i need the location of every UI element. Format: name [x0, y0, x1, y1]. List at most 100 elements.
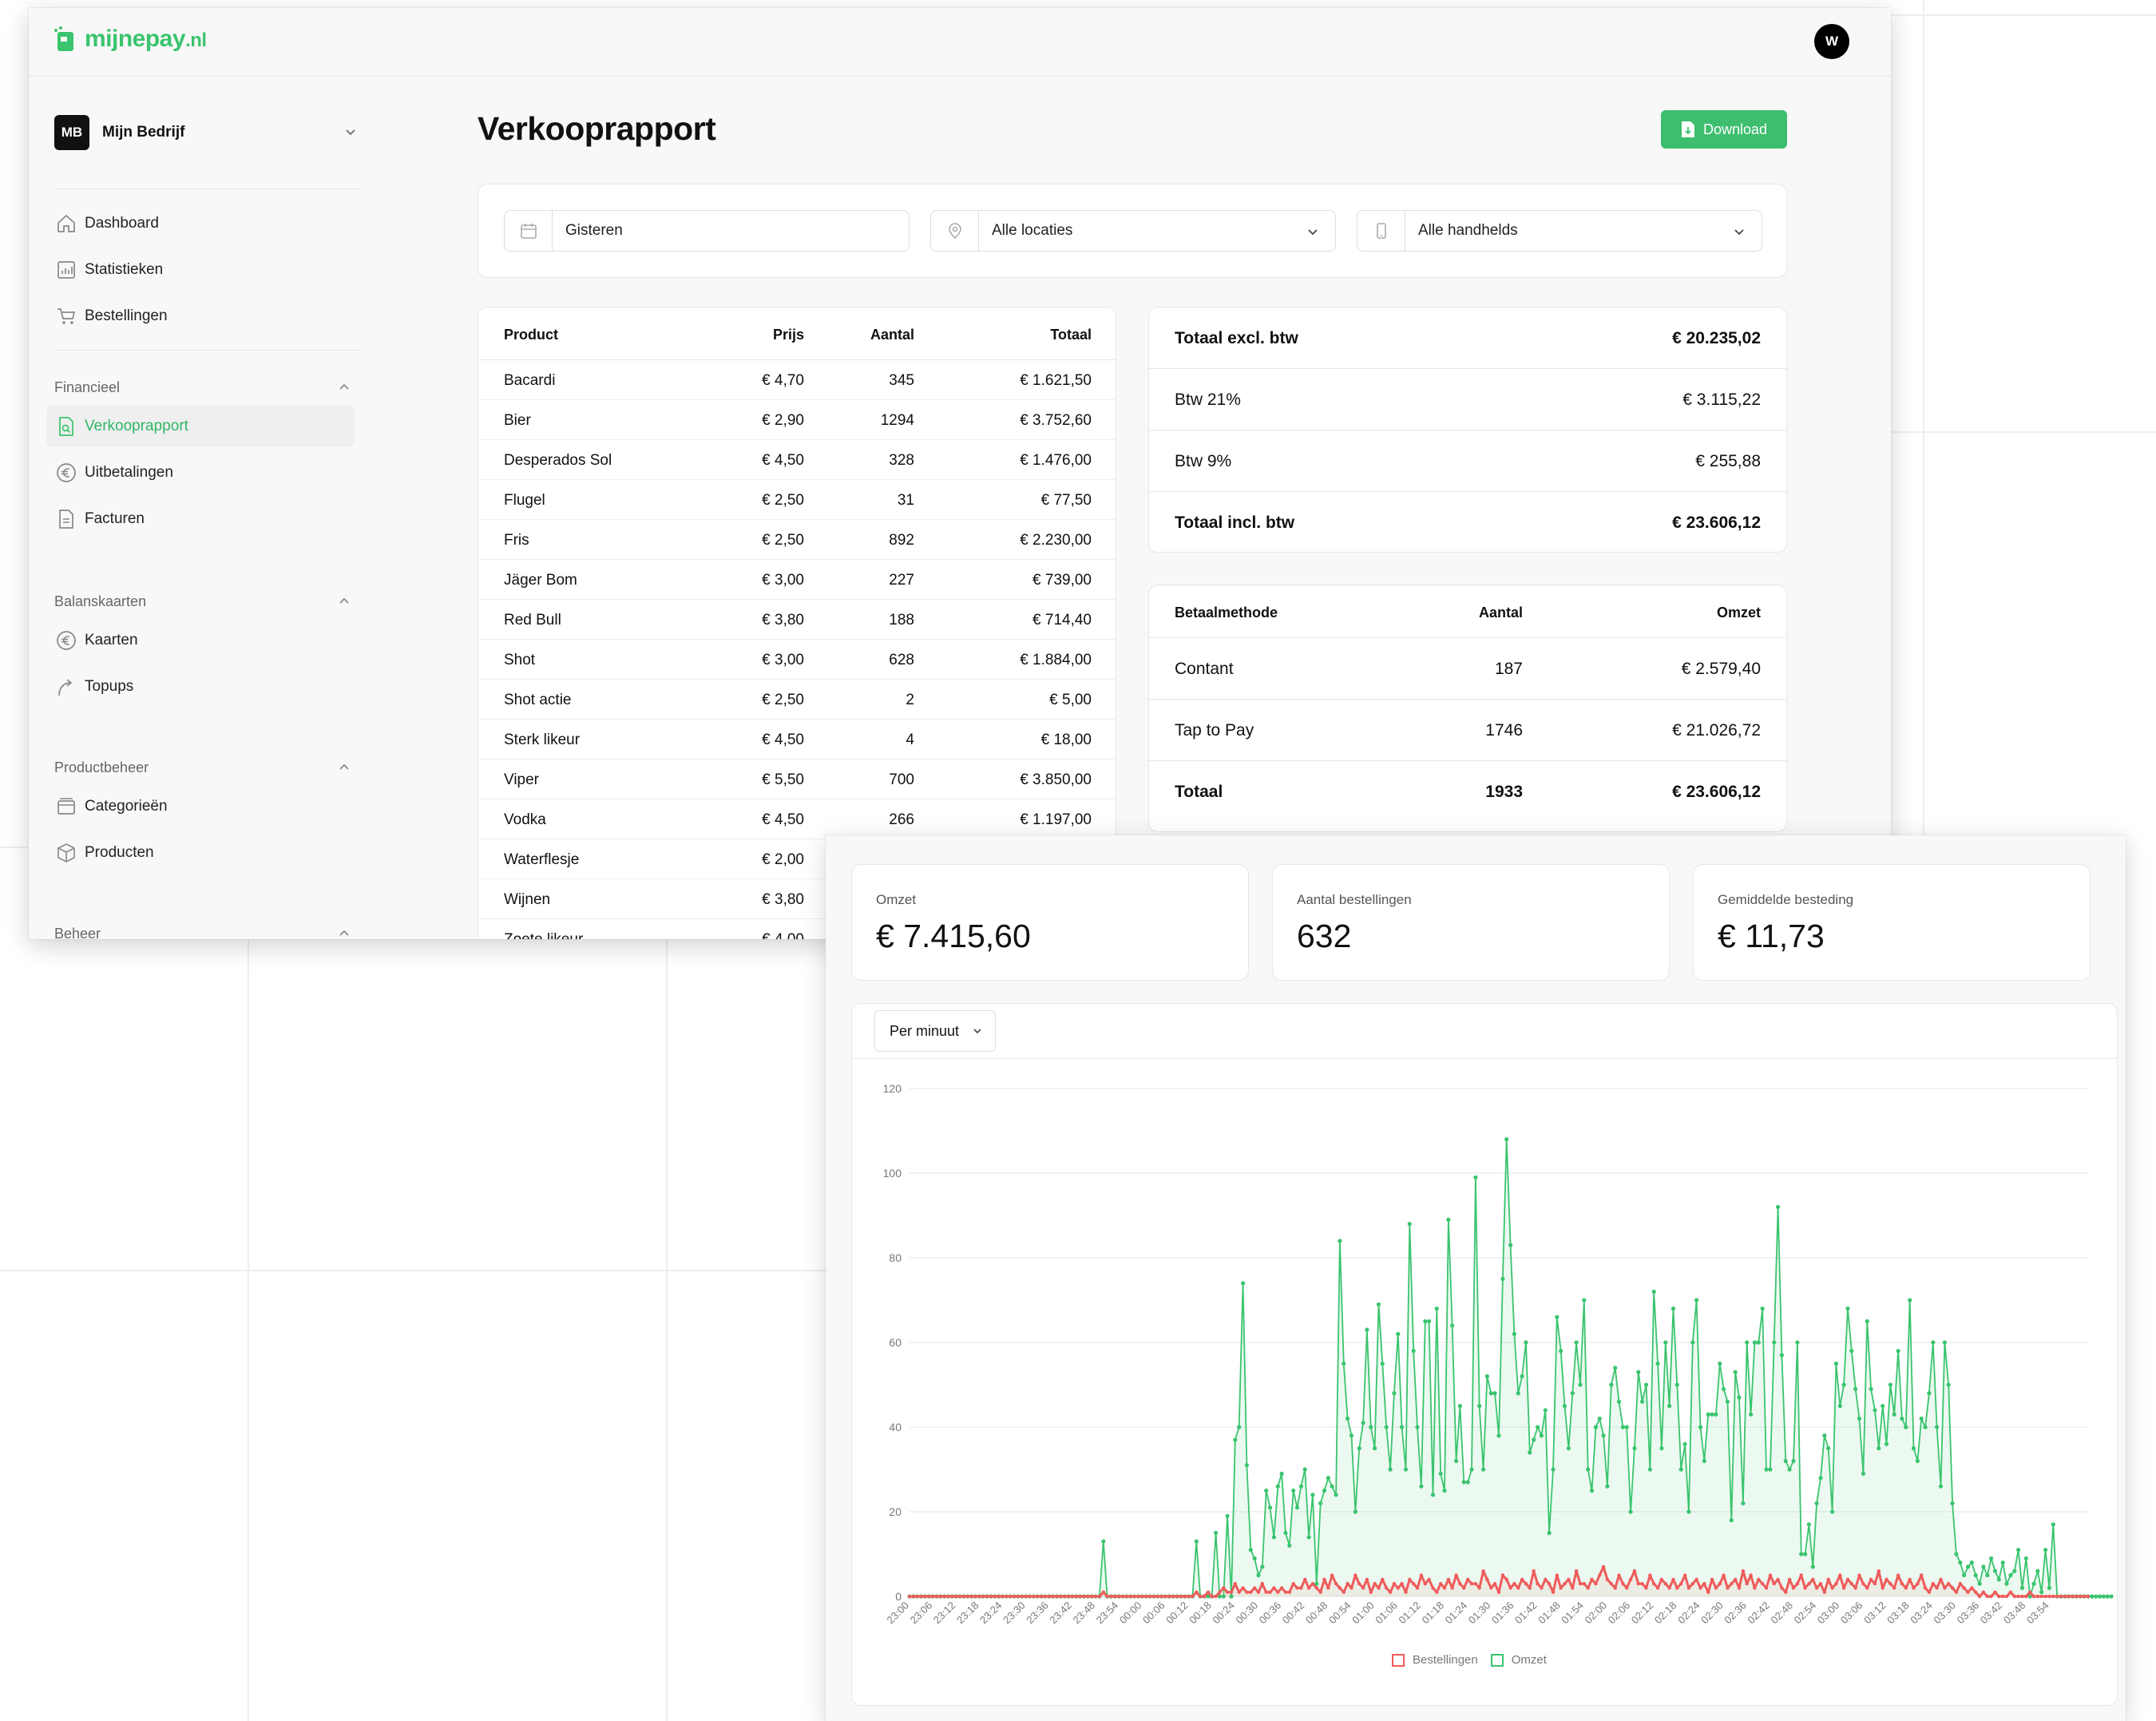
- data-point-omzet: [1830, 1509, 1835, 1514]
- company-switcher[interactable]: MB Mijn Bedrijf: [54, 115, 374, 150]
- data-point-omzet: [2051, 1522, 2055, 1527]
- data-point-omzet: [1283, 1530, 1288, 1536]
- x-tick-label: 01:12: [1396, 1600, 1423, 1627]
- y-tick-label: 120: [883, 1082, 902, 1095]
- legend-label: Bestellingen: [1413, 1653, 1478, 1667]
- section-header-financieel[interactable]: Financieel: [54, 375, 363, 399]
- logo[interactable]: mijnepay.nl: [53, 26, 207, 53]
- data-point-omzet: [1532, 1437, 1536, 1442]
- product-name: Vodka: [504, 811, 546, 828]
- table-row: Shot € 3,00 628 € 1.884,00: [478, 640, 1116, 680]
- sidebar-item-categorieen[interactable]: Categorieën: [46, 786, 355, 827]
- data-point-omzet: [1694, 1298, 1699, 1303]
- data-point-bestellingen: [1849, 1581, 1853, 1586]
- data-point-bestellingen: [1330, 1573, 1334, 1577]
- data-point-omzet: [1795, 1340, 1800, 1345]
- data-point-omzet: [1954, 1552, 1959, 1556]
- sidebar-item-kaarten[interactable]: Kaarten: [46, 620, 355, 661]
- data-point-bestellingen: [1636, 1581, 1640, 1586]
- chevron-down-icon: [1308, 229, 1318, 236]
- sidebar-item-dashboard[interactable]: Dashboard: [46, 203, 355, 244]
- column-header-betaalmethode: Betaalmethode: [1175, 605, 1278, 621]
- data-point-bestellingen: [1950, 1586, 1955, 1590]
- data-point-bestellingen: [2075, 1594, 2079, 1599]
- sidebar-item-producten[interactable]: Producten: [46, 832, 355, 874]
- data-point-bestellingen: [1214, 1594, 1218, 1599]
- product-quantity: 328: [889, 452, 914, 469]
- data-point-omzet: [1624, 1425, 1629, 1430]
- data-point-bestellingen: [1609, 1581, 1613, 1586]
- data-point-omzet: [1714, 1412, 1718, 1417]
- column-header-prijs[interactable]: Prijs: [773, 327, 804, 343]
- product-quantity: 31: [897, 492, 914, 509]
- data-point-omzet: [1543, 1408, 1548, 1413]
- data-point-bestellingen: [919, 1594, 923, 1599]
- product-name: Wijnen: [504, 891, 551, 908]
- user-avatar[interactable]: W: [1814, 24, 1849, 59]
- sidebar-item-bestellingen[interactable]: Bestellingen: [46, 295, 355, 337]
- product-price: € 5,50: [762, 771, 804, 788]
- data-point-bestellingen: [1869, 1577, 1873, 1581]
- column-header-aantal[interactable]: Aantal: [870, 327, 914, 343]
- download-button[interactable]: Download: [1661, 110, 1787, 149]
- location-select[interactable]: Alle locaties: [930, 210, 1336, 252]
- product-price: € 4,50: [762, 811, 804, 828]
- totals-label: Totaal excl. btw: [1175, 329, 1298, 347]
- data-point-bestellingen: [1388, 1590, 1393, 1594]
- x-tick-label: 03:06: [1838, 1600, 1865, 1627]
- sidebar-item-verkooprapport[interactable]: Verkooprapport: [46, 406, 355, 447]
- data-point-bestellingen: [1841, 1586, 1846, 1590]
- data-point-bestellingen: [989, 1594, 993, 1599]
- data-point-omzet: [1904, 1425, 1908, 1430]
- sidebar-item-topups[interactable]: Topups: [46, 666, 355, 708]
- data-point-bestellingen: [1776, 1577, 1780, 1581]
- filter-bar: Gisteren Alle locaties Alle handhelds: [478, 184, 1787, 278]
- data-point-bestellingen: [1276, 1590, 1280, 1594]
- data-point-bestellingen: [1442, 1586, 1447, 1590]
- x-tick-label: 02:12: [1629, 1600, 1656, 1627]
- data-point-bestellingen: [2016, 1594, 2020, 1599]
- data-point-omzet: [1294, 1505, 1300, 1510]
- sidebar-item-statistieken[interactable]: Statistieken: [46, 249, 355, 291]
- section-header-productbeheer[interactable]: Productbeheer: [54, 755, 363, 779]
- product-name: Bacardi: [504, 372, 556, 389]
- x-tick-label: 23:42: [1047, 1600, 1074, 1627]
- sidebar-item-uitbetalingen[interactable]: Uitbetalingen: [46, 452, 355, 494]
- data-point-omzet: [1287, 1543, 1292, 1548]
- product-name: Jäger Bom: [504, 572, 577, 589]
- section-header-balanskaarten[interactable]: Balanskaarten: [54, 589, 363, 613]
- section-header-beheer[interactable]: Beheer: [54, 922, 363, 939]
- data-point-omzet: [1574, 1340, 1579, 1345]
- sidebar-item-facturen[interactable]: Facturen: [46, 498, 355, 540]
- data-point-bestellingen: [1757, 1577, 1761, 1581]
- column-header-totaal[interactable]: Totaal: [1050, 327, 1092, 343]
- data-point-bestellingen: [1310, 1581, 1315, 1586]
- legend-swatch-bestellingen[interactable]: [1392, 1653, 1405, 1667]
- product-total: € 1.476,00: [1020, 452, 1092, 469]
- date-filter[interactable]: Gisteren: [504, 210, 910, 252]
- data-point-bestellingen: [1920, 1573, 1924, 1577]
- data-point-bestellingen: [1904, 1586, 1908, 1590]
- product-price: € 3,00: [762, 652, 804, 668]
- data-point-bestellingen: [1481, 1569, 1485, 1573]
- data-point-omzet: [1264, 1488, 1269, 1493]
- data-point-omzet: [2090, 1594, 2095, 1599]
- legend-swatch-omzet[interactable]: [1490, 1653, 1504, 1667]
- handheld-select[interactable]: Alle handhelds: [1357, 210, 1762, 252]
- data-point-omzet: [1465, 1480, 1470, 1485]
- data-point-bestellingen: [1469, 1581, 1474, 1586]
- data-point-bestellingen: [1136, 1594, 1140, 1599]
- data-point-omzet: [1524, 1340, 1528, 1345]
- euro-icon: [57, 463, 76, 482]
- data-point-omzet: [1869, 1386, 1873, 1391]
- data-point-bestellingen: [1659, 1577, 1664, 1581]
- totals-value: € 20.235,02: [1672, 329, 1761, 347]
- column-header-product[interactable]: Product: [504, 327, 558, 343]
- data-point-bestellingen: [1043, 1594, 1048, 1599]
- data-point-bestellingen: [1974, 1590, 1978, 1594]
- data-point-bestellingen: [1853, 1586, 1857, 1590]
- x-tick-label: 01:42: [1512, 1600, 1540, 1627]
- data-point-bestellingen: [1206, 1590, 1211, 1594]
- data-point-bestellingen: [1807, 1581, 1811, 1586]
- data-point-omzet: [1946, 1382, 1951, 1387]
